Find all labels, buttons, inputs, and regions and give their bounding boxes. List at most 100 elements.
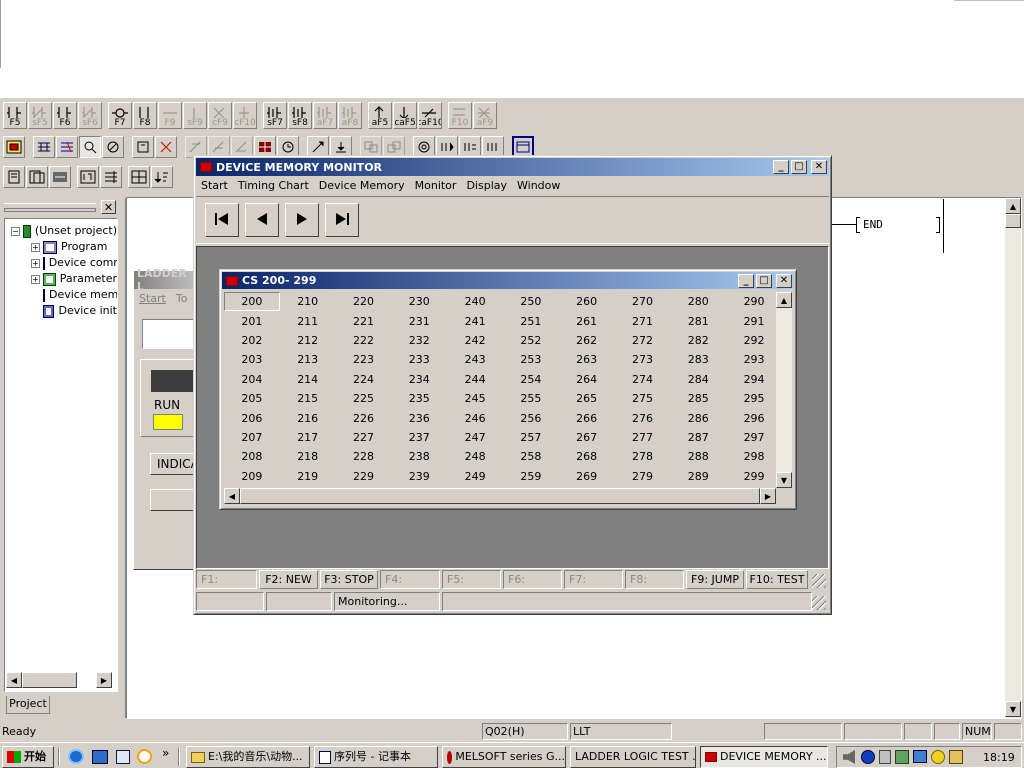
f10-test-button[interactable]: F10: TEST: [746, 570, 808, 589]
scroll-down-icon[interactable]: ▼: [776, 472, 792, 488]
cs-cell[interactable]: 277: [615, 428, 671, 447]
network-icon[interactable]: [33, 136, 55, 158]
cs-cell[interactable]: 217: [280, 428, 336, 447]
cs-cell[interactable]: 234: [391, 370, 447, 389]
grid-icon[interactable]: [128, 166, 150, 188]
menu-monitor[interactable]: Monitor: [410, 179, 462, 192]
cs-vscroll[interactable]: ▲ ▼: [776, 292, 792, 488]
cs-cell[interactable]: 297: [726, 428, 778, 447]
cs-cell[interactable]: 266: [559, 408, 615, 427]
read-icon[interactable]: [132, 136, 154, 158]
tray-tool-icon[interactable]: [895, 750, 909, 764]
cs-cell[interactable]: 244: [447, 370, 503, 389]
cs-cell[interactable]: 207: [224, 428, 280, 447]
cs-cell[interactable]: 249: [447, 467, 503, 486]
sort-icon[interactable]: [151, 166, 173, 188]
menu-tools[interactable]: To: [171, 292, 193, 305]
expand-icon[interactable]: +: [31, 274, 40, 284]
tree-scroll-thumb[interactable]: [22, 672, 77, 688]
close-button[interactable]: ✕: [811, 160, 827, 174]
tree-scroll-left[interactable]: ◀: [6, 672, 22, 688]
speaker-icon[interactable]: [843, 750, 855, 764]
cs-cell[interactable]: 262: [559, 331, 615, 350]
first-record-button[interactable]: [205, 203, 239, 237]
menu-display[interactable]: Display: [461, 179, 512, 192]
cs-cell[interactable]: 276: [615, 408, 671, 427]
ladder-end-instruction[interactable]: END: [830, 199, 950, 255]
cs-cell[interactable]: 228: [336, 447, 392, 466]
cs-cell[interactable]: 257: [503, 428, 559, 447]
task-melsoft[interactable]: MELSOFT series G...: [442, 746, 566, 768]
cs-cell[interactable]: 201: [224, 311, 280, 330]
cs-cell[interactable]: 287: [670, 428, 726, 447]
task-notepad[interactable]: 序列号 - 记事本: [314, 746, 438, 768]
cs-cell[interactable]: 202: [224, 331, 280, 350]
cs-cell[interactable]: 218: [280, 447, 336, 466]
cs-cell[interactable]: 200: [224, 292, 280, 312]
cs-cell[interactable]: 259: [503, 467, 559, 486]
cs-cell[interactable]: 237: [391, 428, 447, 447]
cs-cell[interactable]: 296: [726, 408, 778, 427]
cs-cell[interactable]: 293: [726, 350, 778, 369]
cross-ref-icon[interactable]: [56, 136, 78, 158]
tray-app-icon[interactable]: [879, 750, 891, 764]
task-device-memory[interactable]: DEVICE MEMORY ...: [700, 746, 828, 768]
cs-cell[interactable]: 209: [224, 467, 280, 486]
cs-cell[interactable]: 285: [670, 389, 726, 408]
dmm-titlebar[interactable]: DEVICE MEMORY MONITOR _ □ ✕: [196, 158, 829, 176]
cs-cell[interactable]: 260: [559, 292, 615, 311]
tree-scroll-right[interactable]: ▶: [96, 672, 112, 688]
desktop-icon[interactable]: [92, 750, 108, 764]
cs-close-button[interactable]: ✕: [776, 273, 792, 288]
cs-cell[interactable]: 299: [726, 467, 778, 486]
cs-cell[interactable]: 272: [615, 331, 671, 350]
cs-cell[interactable]: 295: [726, 389, 778, 408]
ladder-button-caf5[interactable]: caF5: [393, 102, 417, 129]
cs-cell[interactable]: 298: [726, 447, 778, 466]
cs-cell[interactable]: 230: [391, 292, 447, 311]
cs-cell[interactable]: 274: [615, 370, 671, 389]
task-ladder-logic-test[interactable]: LADDER LOGIC TEST ...: [570, 746, 696, 768]
edit-icon[interactable]: [102, 136, 124, 158]
cs-cell[interactable]: 227: [336, 428, 392, 447]
cs-cell[interactable]: 233: [391, 350, 447, 369]
error-icon[interactable]: [49, 166, 71, 188]
start-button[interactable]: 开始: [2, 746, 54, 768]
ladder-button-af5[interactable]: aF5: [368, 102, 392, 129]
shield-icon[interactable]: [861, 750, 875, 764]
cs-cell[interactable]: 278: [615, 447, 671, 466]
cs-cell[interactable]: 225: [336, 389, 392, 408]
cs-cell[interactable]: 255: [503, 389, 559, 408]
cs-cell[interactable]: 245: [447, 389, 503, 408]
cs-cell[interactable]: 291: [726, 311, 778, 330]
cs-titlebar[interactable]: CS 200- 299 _ □ ✕: [222, 272, 794, 289]
cs-cell[interactable]: 208: [224, 447, 280, 466]
media-player-icon[interactable]: [137, 749, 152, 764]
cs-cell[interactable]: 250: [503, 292, 559, 311]
param-icon[interactable]: [3, 166, 25, 188]
network-tray-icon[interactable]: [913, 750, 927, 763]
tree-item-device-comment[interactable]: + Device comment: [5, 255, 117, 271]
cs-cell[interactable]: 206: [224, 408, 280, 427]
prev-record-button[interactable]: [245, 203, 279, 237]
tree-item-parameter[interactable]: + Parameter: [5, 271, 117, 287]
ladder-button-f5[interactable]: F5: [3, 102, 27, 129]
minimize-button[interactable]: _: [773, 160, 789, 174]
cs-cell[interactable]: 258: [503, 447, 559, 466]
panel-close-button[interactable]: ✕: [101, 200, 116, 214]
tree-root[interactable]: − (Unset project): [5, 223, 117, 239]
cs-cell[interactable]: 286: [670, 408, 726, 427]
cs-cell[interactable]: 280: [670, 292, 726, 311]
f3-stop-button[interactable]: F3: STOP: [320, 570, 378, 589]
cs-cell[interactable]: 215: [280, 389, 336, 408]
cs-cell[interactable]: 231: [391, 311, 447, 330]
smiley-icon[interactable]: [931, 750, 945, 764]
resize-grip-2[interactable]: [812, 596, 826, 610]
cs-cell[interactable]: 279: [615, 467, 671, 486]
scroll-down-icon[interactable]: ▼: [1005, 701, 1021, 717]
cs-cell[interactable]: 269: [559, 467, 615, 486]
cs-cell[interactable]: 219: [280, 467, 336, 486]
expand-icon[interactable]: +: [31, 242, 40, 252]
cs-cell[interactable]: 268: [559, 447, 615, 466]
cs-cell[interactable]: 265: [559, 389, 615, 408]
